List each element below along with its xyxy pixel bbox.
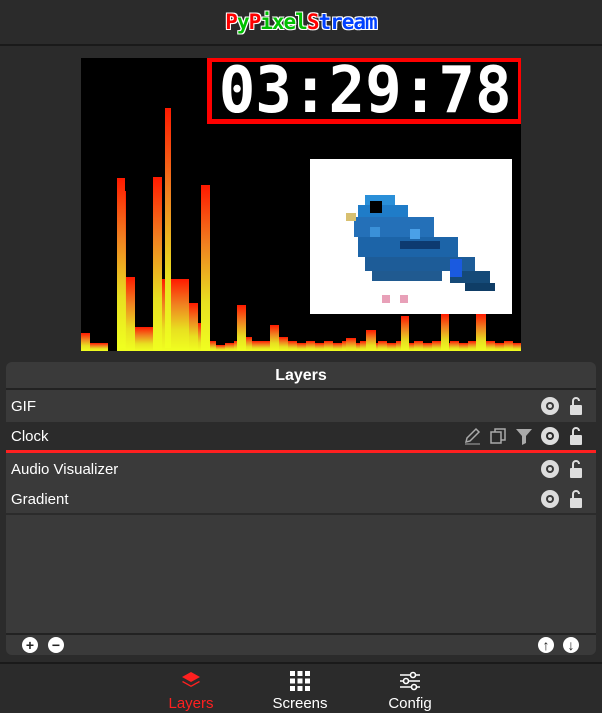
app-logo: PyPixelStream (0, 10, 602, 34)
visualizer-bar (135, 327, 144, 351)
visualizer-bar (378, 341, 387, 351)
visualizer-bar (279, 337, 288, 351)
visualizer-bar (324, 341, 333, 351)
visualizer-bar (504, 341, 513, 351)
eye-icon[interactable] (540, 459, 560, 479)
panel-footer: + − ↑ ↓ (6, 633, 596, 655)
visualizer-bar (153, 177, 162, 351)
visualizer-bar (201, 186, 209, 351)
clock-text: 03:29:78 (218, 58, 512, 128)
clock-layer: 03:29:78 (207, 58, 521, 124)
nav-label: Config (388, 695, 432, 712)
edit-icon[interactable] (462, 426, 482, 446)
visualizer-bar (171, 279, 180, 351)
unlock-icon[interactable] (566, 396, 586, 416)
visualizer-bar (270, 325, 279, 351)
visualizer-bar (225, 343, 234, 351)
logo-part: P (248, 10, 262, 34)
layer-name: Audio Visualizer (11, 460, 119, 478)
arrow-up-icon[interactable]: ↑ (538, 637, 554, 653)
plus-icon[interactable]: + (22, 637, 38, 653)
visualizer-bar (450, 341, 459, 351)
unlock-icon[interactable] (566, 459, 586, 479)
visualizer-bar (297, 343, 306, 351)
nav-screens[interactable]: Screens (260, 670, 340, 712)
visualizer-bar (476, 314, 486, 351)
visualizer-bar (189, 303, 198, 351)
visualizer-bar (288, 341, 297, 351)
visualizer-bar (401, 316, 409, 351)
bottom-nav: Layers Screens Config (0, 662, 602, 713)
arrow-down-icon[interactable]: ↓ (563, 637, 579, 653)
logo-part: ixel (260, 10, 308, 34)
layer-row-gif[interactable]: GIF (6, 392, 596, 420)
visualizer-bar (468, 341, 477, 351)
list-divider (6, 513, 596, 515)
visualizer-bar (99, 343, 108, 351)
layers-panel: Layers GIF Clock Audio Visualizer Gradie… (6, 362, 596, 655)
visualizer-bar (346, 338, 356, 351)
visualizer-bar (216, 345, 225, 351)
nav-label: Screens (272, 695, 328, 712)
visualizer-bar (81, 333, 90, 351)
layer-name: GIF (11, 397, 36, 415)
app-header: PyPixelStream (0, 0, 602, 46)
visualizer-bar (306, 341, 315, 351)
visualizer-bar (432, 341, 441, 351)
panel-title: Layers (6, 362, 596, 390)
logo-part: y (236, 10, 250, 34)
visualizer-bar (126, 277, 135, 351)
eye-icon[interactable] (540, 489, 560, 509)
unlock-icon[interactable] (566, 489, 586, 509)
eye-icon[interactable] (540, 426, 560, 446)
layer-name: Gradient (11, 490, 69, 508)
logo-part: S (306, 10, 320, 34)
visualizer-bar (387, 343, 396, 351)
visualizer-bar (333, 343, 342, 351)
nav-config[interactable]: Config (370, 670, 450, 712)
visualizer-bar (414, 341, 423, 351)
gif-layer (310, 159, 512, 314)
visualizer-bar (441, 314, 449, 351)
visualizer-bar (261, 341, 270, 351)
eye-icon[interactable] (540, 396, 560, 416)
filter-icon[interactable] (514, 426, 534, 446)
visualizer-bar (459, 343, 468, 351)
visualizer-bar (180, 279, 189, 351)
visualizer-bar (423, 343, 432, 351)
visualizer-bar (252, 341, 261, 351)
visualizer-bar (315, 343, 324, 351)
layer-row-audio-visualizer[interactable]: Audio Visualizer (6, 455, 596, 483)
visualizer-bar (366, 330, 376, 351)
visualizer-bar (495, 343, 504, 351)
layer-name: Clock (11, 427, 49, 445)
preview-canvas[interactable]: 03:29:78 (81, 58, 521, 351)
visualizer-bar (144, 327, 153, 351)
nav-layers[interactable]: Layers (151, 670, 231, 712)
sliders-icon (370, 670, 450, 692)
layers-icon (151, 670, 231, 692)
layer-row-clock[interactable]: Clock (6, 422, 596, 453)
visualizer-bar (237, 305, 246, 351)
logo-part: tream (318, 10, 377, 34)
visualizer-bar (165, 108, 171, 348)
visualizer-bar (117, 178, 125, 348)
logo-part: P (225, 10, 238, 34)
minus-icon[interactable]: − (48, 637, 64, 653)
visualizer-bar (90, 343, 99, 351)
unlock-icon[interactable] (566, 426, 586, 446)
layer-row-gradient[interactable]: Gradient (6, 485, 596, 513)
duplicate-icon[interactable] (488, 426, 508, 446)
visualizer-bar (513, 343, 521, 351)
nav-label: Layers (168, 695, 214, 712)
grid-icon (260, 670, 340, 692)
visualizer-bar (486, 341, 495, 351)
